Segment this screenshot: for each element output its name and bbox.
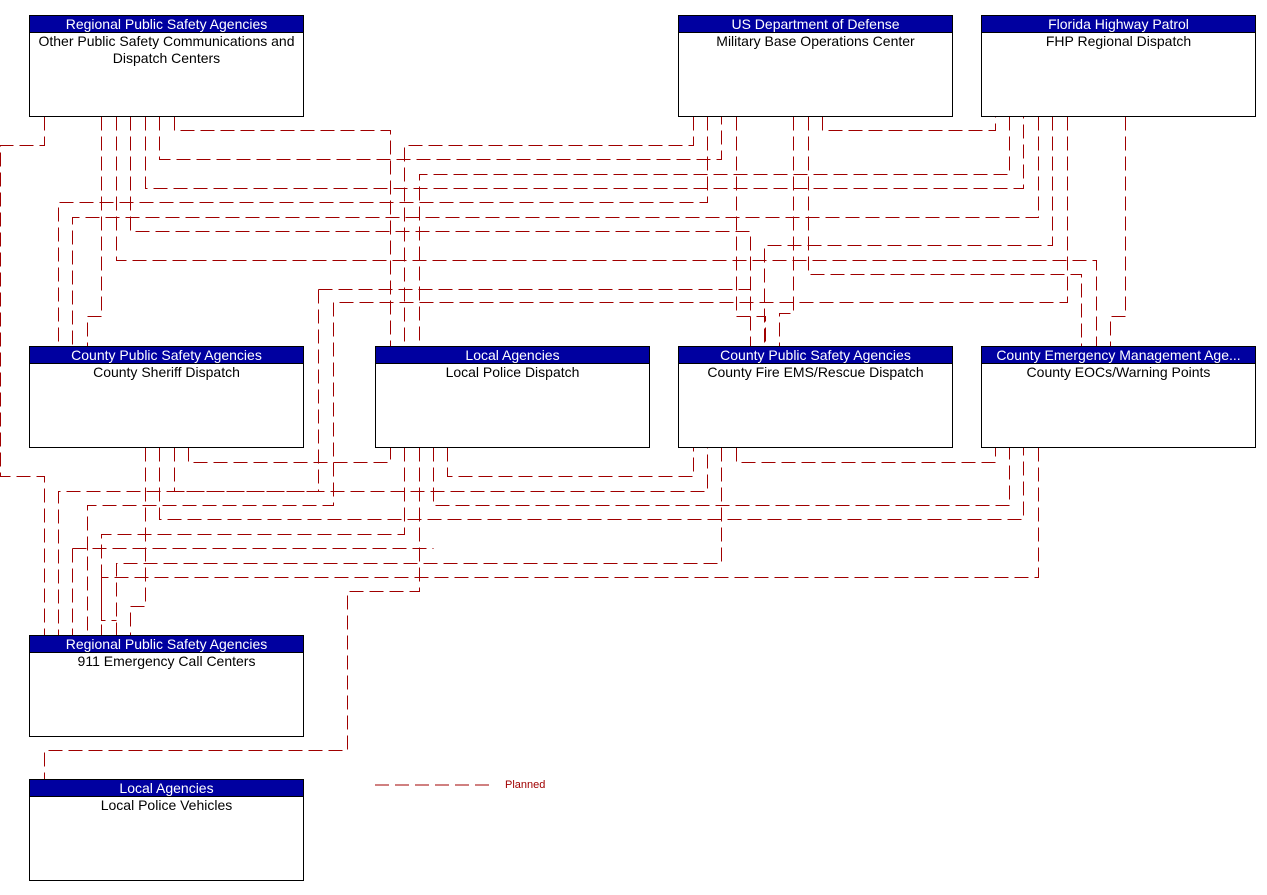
- node-header: Local Agencies: [376, 347, 649, 364]
- node-header: County Public Safety Agencies: [679, 347, 952, 364]
- node-title: Other Public Safety Communications and D…: [38, 33, 295, 66]
- connection-military-fhp: [822, 116, 996, 131]
- connection-military-e911: [808, 116, 1082, 347]
- node-other-public-safety-dispatch[interactable]: Regional Public Safety Agencies Other Pu…: [29, 15, 304, 117]
- connection-military-eoc: [779, 116, 794, 347]
- node-title: County Fire EMS/Rescue Dispatch: [707, 364, 924, 380]
- node-title: Local Police Vehicles: [100, 797, 233, 813]
- node-911-emergency-call-centers[interactable]: Regional Public Safety Agencies 911 Emer…: [29, 635, 304, 737]
- node-title: Local Police Dispatch: [445, 364, 580, 380]
- connection-other_ps-military: [159, 116, 722, 160]
- connection-fire-eoc: [736, 447, 996, 463]
- connection-local_police-fire: [447, 447, 694, 477]
- node-header: Regional Public Safety Agencies: [30, 636, 303, 653]
- node-title: County Sheriff Dispatch: [93, 364, 240, 380]
- node-fhp-regional-dispatch[interactable]: Florida Highway Patrol FHP Regional Disp…: [981, 15, 1256, 117]
- node-title: County EOCs/Warning Points: [1026, 364, 1211, 380]
- legend: Planned: [375, 778, 575, 794]
- connection-other_ps-fhp: [145, 116, 1024, 189]
- connection-sheriff-e911: [130, 447, 146, 636]
- connection-sheriff-fire: [174, 447, 708, 492]
- connection-other_ps-fire: [130, 116, 751, 347]
- legend-planned-label: Planned: [505, 779, 546, 791]
- node-header: US Department of Defense: [679, 16, 952, 33]
- node-county-fire-ems-dispatch[interactable]: County Public Safety Agencies County Fir…: [678, 346, 953, 448]
- node-header: Local Agencies: [30, 780, 303, 797]
- connection-fhp-eoc: [1110, 116, 1126, 347]
- node-local-police-dispatch[interactable]: Local Agencies Local Police Dispatch: [375, 346, 650, 448]
- node-local-police-vehicles[interactable]: Local Agencies Local Police Vehicles: [29, 779, 304, 881]
- node-title: 911 Emergency Call Centers: [77, 653, 256, 669]
- node-header: County Public Safety Agencies: [30, 347, 303, 364]
- node-title: Military Base Operations Center: [716, 33, 915, 49]
- legend-planned-line: [375, 784, 490, 786]
- connection-fhp-fire: [764, 116, 1053, 347]
- connection-local_police-e911: [101, 447, 405, 636]
- node-header: Regional Public Safety Agencies: [30, 16, 303, 33]
- node-title: FHP Regional Dispatch: [1045, 33, 1192, 49]
- connection-other_ps-sheriff: [87, 116, 102, 347]
- node-header: Florida Highway Patrol: [982, 16, 1255, 33]
- connection-sheriff-eoc: [159, 447, 1024, 520]
- node-county-eoc-warning-points[interactable]: County Emergency Management Age... Count…: [981, 346, 1256, 448]
- node-military-base-operations[interactable]: US Department of Defense Military Base O…: [678, 15, 953, 117]
- node-county-sheriff-dispatch[interactable]: County Public Safety Agencies County She…: [29, 346, 304, 448]
- node-header: County Emergency Management Age...: [982, 347, 1255, 364]
- connection-sheriff-local_police: [188, 447, 391, 463]
